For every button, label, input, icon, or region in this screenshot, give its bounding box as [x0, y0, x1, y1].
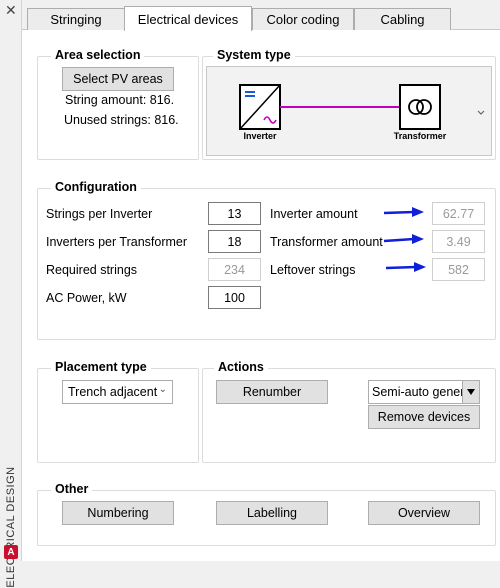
ac-power-input[interactable]: 100	[208, 286, 261, 309]
strings-per-inverter-label: Strings per Inverter	[46, 207, 153, 221]
tab-electrical-devices[interactable]: Electrical devices	[124, 6, 252, 31]
leftover-strings-label: Leftover strings	[270, 263, 356, 277]
inverter-amount-label: Inverter amount	[270, 207, 358, 221]
labelling-button[interactable]: Labelling	[216, 501, 328, 525]
arrow-right-icon	[383, 234, 424, 244]
transformer-label: Transformer	[394, 131, 447, 141]
caret-down-icon	[467, 389, 475, 395]
close-icon[interactable]: ✕	[5, 3, 17, 17]
placement-type-title: Placement type	[51, 360, 151, 374]
inverters-per-transformer-input[interactable]: 18	[208, 230, 261, 253]
transformer-amount-field: 3.49	[432, 230, 485, 253]
system-type-title: System type	[213, 48, 295, 62]
inverter-icon	[239, 84, 281, 130]
unused-strings-text: Unused strings: 816.	[64, 113, 179, 127]
transformer-icon	[399, 84, 441, 130]
overview-button[interactable]: Overview	[368, 501, 480, 525]
chevron-down-icon: ⌄	[158, 384, 167, 395]
renumber-button[interactable]: Renumber	[216, 380, 328, 404]
actions-title: Actions	[214, 360, 268, 374]
select-pv-areas-button[interactable]: Select PV areas	[62, 67, 174, 91]
tab-cabling[interactable]: Cabling	[354, 8, 451, 30]
system-type-selector[interactable]: Inverter Transformer	[206, 66, 492, 156]
tab-stringing[interactable]: Stringing	[27, 8, 125, 30]
tab-color-coding[interactable]: Color coding	[252, 8, 354, 30]
strings-per-inverter-input[interactable]: 13	[208, 202, 261, 225]
palette-sidebar: ✕ ELECTRICAL DESIGN A	[0, 0, 22, 588]
required-strings-label: Required strings	[46, 263, 138, 277]
semi-auto-generation-button[interactable]: Semi-auto generation	[368, 380, 463, 404]
area-selection-title: Area selection	[51, 48, 145, 62]
placement-type-value: Trench adjacent	[68, 385, 158, 399]
arrow-right-icon	[383, 207, 424, 217]
remove-devices-button[interactable]: Remove devices	[368, 405, 480, 429]
inverters-per-transformer-label: Inverters per Transformer	[46, 235, 188, 249]
app-logo-icon: A	[4, 545, 18, 559]
arrow-right-icon	[385, 262, 426, 272]
semi-auto-dropdown-button[interactable]	[462, 380, 480, 404]
chevron-down-icon[interactable]	[477, 110, 485, 115]
numbering-button[interactable]: Numbering	[62, 501, 174, 525]
required-strings-field: 234	[208, 258, 261, 281]
string-amount-text: String amount: 816.	[65, 93, 175, 107]
system-diagram: Inverter Transformer	[239, 84, 485, 141]
leftover-strings-field: 582	[432, 258, 485, 281]
inverter-amount-field: 62.77	[432, 202, 485, 225]
transformer-amount-label: Transformer amount	[270, 235, 383, 249]
main-panel: Stringing Electrical devices Color codin…	[22, 0, 500, 561]
other-title: Other	[51, 482, 93, 496]
inverter-label: Inverter	[243, 131, 277, 141]
configuration-title: Configuration	[51, 180, 141, 194]
tab-bar: Stringing Electrical devices Color codin…	[22, 0, 500, 31]
ac-power-label: AC Power, kW	[46, 291, 127, 305]
placement-type-dropdown[interactable]: Trench adjacent ⌄	[62, 380, 173, 404]
